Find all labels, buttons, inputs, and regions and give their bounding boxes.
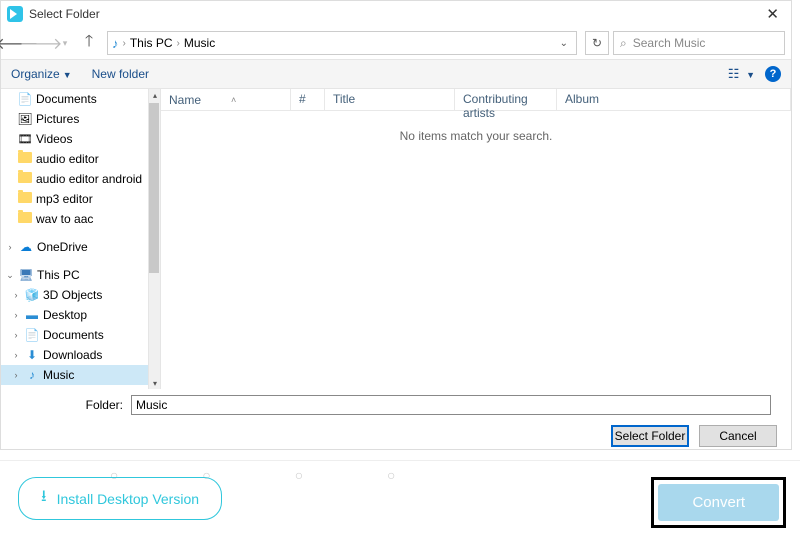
folder-icon xyxy=(17,192,33,206)
chevron-right-icon[interactable]: › xyxy=(5,242,15,252)
tree-item[interactable]: ›▬Desktop xyxy=(1,305,160,325)
col-album[interactable]: Album xyxy=(557,89,791,110)
chevron-right-icon[interactable]: › xyxy=(11,290,21,300)
titlebar: Select Folder ✕ xyxy=(1,1,791,27)
tree-item-pictures[interactable]: 🖼Pictures📌 xyxy=(1,109,160,129)
tree-item-onedrive[interactable]: ›☁OneDrive xyxy=(1,237,160,257)
col-title[interactable]: Title xyxy=(325,89,455,110)
column-headers: Name˄ # Title Contributing artists Album xyxy=(161,89,791,111)
objects-icon: 🧊 xyxy=(24,288,40,302)
chevron-right-icon[interactable]: › xyxy=(11,350,21,360)
breadcrumb-seg[interactable]: This PC xyxy=(130,36,173,50)
col-name[interactable]: Name˄ xyxy=(161,89,291,110)
col-artist[interactable]: Contributing artists xyxy=(455,89,557,110)
convert-highlight: Convert xyxy=(651,477,786,528)
dialog-title: Select Folder xyxy=(29,7,100,21)
tree-item[interactable]: wav to aac xyxy=(1,209,160,229)
tree-item[interactable]: audio editor android xyxy=(1,169,160,189)
install-desktop-button[interactable]: ⭳ Install Desktop Version xyxy=(18,477,222,520)
folder-tree: 📄Documents📌 🖼Pictures📌 🎞Videos📌 audio ed… xyxy=(1,89,161,389)
dialog-buttons: Select Folder Cancel xyxy=(1,419,791,457)
document-icon: 📄 xyxy=(17,92,33,106)
music-icon: ♪ xyxy=(24,368,40,382)
music-icon: ♪ xyxy=(112,36,119,51)
organize-menu[interactable]: Organize▼ xyxy=(11,67,72,81)
tree-item[interactable]: audio editor xyxy=(1,149,160,169)
new-folder-button[interactable]: New folder xyxy=(92,67,149,81)
tree-item-music[interactable]: ›♪Music xyxy=(1,365,160,385)
folder-label: Folder: xyxy=(11,398,131,412)
chevron-right-icon[interactable]: › xyxy=(11,330,21,340)
pictures-icon: 🖼 xyxy=(17,112,33,126)
chevron-down-icon[interactable]: ⌄ xyxy=(560,38,572,49)
scroll-up-icon[interactable]: ▴ xyxy=(149,89,161,101)
help-icon[interactable]: ? xyxy=(765,66,781,82)
folder-icon xyxy=(17,152,33,166)
tree-item[interactable]: ›🧊3D Objects xyxy=(1,285,160,305)
folder-row: Folder: xyxy=(1,389,791,419)
cancel-button[interactable]: Cancel xyxy=(699,425,777,447)
file-list: Name˄ # Title Contributing artists Album… xyxy=(161,89,791,389)
toolbar: Organize▼ New folder ☷ ▼ ? xyxy=(1,59,791,89)
folder-icon xyxy=(17,212,33,226)
search-placeholder: Search Music xyxy=(633,36,706,50)
download-icon: ⬇ xyxy=(24,348,40,362)
convert-button[interactable]: Convert xyxy=(658,484,779,521)
chevron-right-icon[interactable]: › xyxy=(11,370,21,380)
content-area: 📄Documents📌 🖼Pictures📌 🎞Videos📌 audio ed… xyxy=(1,89,791,389)
chevron-down-icon[interactable]: ⌄ xyxy=(5,270,15,281)
tree-item[interactable]: mp3 editor xyxy=(1,189,160,209)
chevron-right-icon: › xyxy=(177,38,180,49)
select-folder-button[interactable]: Select Folder xyxy=(611,425,689,447)
up-button[interactable]: 🡑 xyxy=(79,33,99,53)
tree-scrollbar[interactable]: ▴ ▾ xyxy=(148,89,160,389)
breadcrumb-seg[interactable]: Music xyxy=(184,36,215,50)
computer-icon: 🖥 xyxy=(18,268,34,282)
search-icon: ⌕ xyxy=(620,36,627,51)
download-icon: ⭳ xyxy=(41,485,47,512)
breadcrumb[interactable]: ♪ › This PC › Music ⌄ xyxy=(107,31,577,55)
document-icon: 📄 xyxy=(24,328,40,342)
cloud-icon: ☁ xyxy=(18,240,34,254)
videos-icon: 🎞 xyxy=(17,132,33,146)
folder-input[interactable] xyxy=(131,395,771,415)
scroll-down-icon[interactable]: ▾ xyxy=(149,377,161,389)
sort-up-icon: ˄ xyxy=(231,95,236,105)
view-button[interactable]: ☷ ▼ xyxy=(728,66,755,82)
col-num[interactable]: # xyxy=(291,89,325,110)
chevron-right-icon[interactable]: › xyxy=(11,310,21,320)
tree-item[interactable]: ›📄Documents xyxy=(1,325,160,345)
tree-item-documents[interactable]: 📄Documents📌 xyxy=(1,89,160,109)
chevron-down-icon: ▼ xyxy=(63,70,72,80)
scrollbar-thumb[interactable] xyxy=(149,103,159,273)
tree-item-thispc[interactable]: ⌄🖥This PC xyxy=(1,265,160,285)
tree-item[interactable]: ›⬇Downloads xyxy=(1,345,160,365)
refresh-button[interactable]: ↻ xyxy=(585,31,609,55)
tree-item-videos[interactable]: 🎞Videos📌 xyxy=(1,129,160,149)
app-icon xyxy=(7,6,23,22)
select-folder-dialog: Select Folder ✕ 🡐 🡒 ▾ 🡑 ♪ › This PC › Mu… xyxy=(0,0,792,450)
chevron-right-icon: › xyxy=(123,38,126,49)
search-input[interactable]: ⌕ Search Music xyxy=(613,31,785,55)
chevron-down-icon: ▼ xyxy=(746,70,755,80)
forward-button[interactable]: 🡒 xyxy=(31,33,51,53)
recent-dropdown[interactable]: ▾ xyxy=(55,33,75,53)
close-icon[interactable]: ✕ xyxy=(760,5,785,23)
desktop-icon: ▬ xyxy=(24,308,40,322)
bottom-bar: ○ ○ ○ ○ ⭳ Install Desktop Version Conver… xyxy=(0,460,800,540)
nav-row: 🡐 🡒 ▾ 🡑 ♪ › This PC › Music ⌄ ↻ ⌕ Search… xyxy=(1,27,791,59)
folder-icon xyxy=(17,172,33,186)
